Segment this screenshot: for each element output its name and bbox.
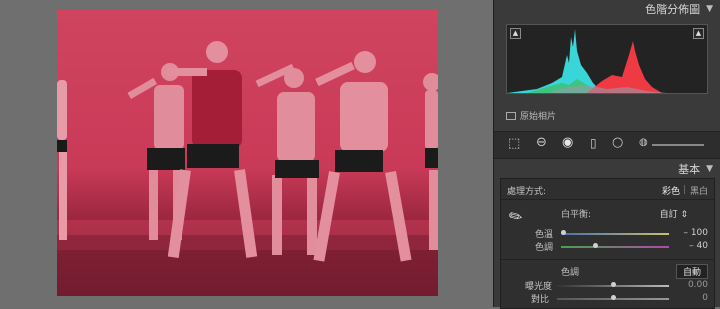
graduated-filter-icon[interactable]: ▯ <box>590 136 597 150</box>
treatment-label: 處理方式: <box>507 186 547 197</box>
histogram-title: 色階分佈圖 <box>645 3 701 16</box>
dancer-photo[interactable] <box>57 10 438 296</box>
contrast-slider[interactable] <box>557 295 669 300</box>
spot-removal-icon[interactable]: ⊖ <box>536 135 547 150</box>
shadow-clipping-icon[interactable]: ▲ <box>510 28 521 39</box>
contrast-knob[interactable] <box>611 295 616 300</box>
tint-row: 色調 – 40 <box>501 241 714 253</box>
radial-filter-icon[interactable]: ○ <box>612 135 623 150</box>
exposure-row: 曝光度 0.00 <box>501 280 714 292</box>
exposure-slider[interactable] <box>557 282 669 287</box>
exposure-knob[interactable] <box>611 282 616 287</box>
collapse-triangle-icon[interactable]: ▼ <box>706 164 713 174</box>
histogram: ▲ ▲ <box>506 24 708 94</box>
temp-knob[interactable] <box>561 230 566 235</box>
tint-knob[interactable] <box>593 243 598 248</box>
contrast-label: 對比 <box>531 294 550 305</box>
exposure-value[interactable]: 0.00 <box>688 280 708 290</box>
temp-label: 色溫 <box>535 229 554 240</box>
contrast-value[interactable]: 0 <box>702 293 708 303</box>
wb-label: 白平衡: <box>561 209 592 220</box>
right-panel: 色階分佈圖 ▼ ▲ ▲ 原始相片 ⬚ ⊖ ◉ ▯ ○ ◍ 基本 ▼ 處理方式: … <box>493 0 720 309</box>
collapse-triangle-icon[interactable]: ▼ <box>706 4 713 14</box>
tone-label: 色調 <box>561 267 580 278</box>
tint-slider[interactable] <box>561 243 669 248</box>
temp-value[interactable]: – 100 <box>683 228 708 238</box>
basic-panel: 處理方式: 彩色 | 黑白 ✎ 白平衡: 自訂 ⇕ 色溫 – 100 色調 – … <box>500 178 715 309</box>
histogram-header[interactable]: 色階分佈圖 ▼ <box>494 0 720 18</box>
tool-strip: ⬚ ⊖ ◉ ▯ ○ ◍ <box>494 131 720 159</box>
original-photo-label: 原始相片 <box>520 112 557 122</box>
basic-title: 基本 <box>678 163 701 176</box>
original-photo-toggle[interactable]: 原始相片 <box>506 109 556 122</box>
tint-label: 色調 <box>535 242 554 253</box>
wb-dropdown[interactable]: 自訂 ⇕ <box>660 207 688 220</box>
temp-row: 色溫 – 100 <box>501 228 714 240</box>
photo-canvas <box>0 0 493 307</box>
basic-header[interactable]: 基本 ▼ <box>494 160 720 178</box>
temp-slider[interactable] <box>561 230 669 235</box>
crop-overlay-icon[interactable]: ⬚ <box>508 136 520 151</box>
contrast-row: 對比 0 <box>501 293 714 305</box>
original-photo-checkbox[interactable] <box>506 111 516 120</box>
tint-value[interactable]: – 40 <box>689 241 708 251</box>
brush-slider[interactable] <box>652 144 704 146</box>
treatment-color-button[interactable]: 彩色 <box>662 184 680 197</box>
histogram-graph <box>507 29 667 93</box>
exposure-label: 曝光度 <box>525 281 553 292</box>
auto-tone-button[interactable]: 自動 <box>675 263 708 279</box>
highlight-clipping-icon[interactable]: ▲ <box>693 28 704 39</box>
treatment-bw-button[interactable]: 黑白 <box>690 184 708 197</box>
tone-row: 色調 自動 <box>501 263 714 279</box>
wb-row: 白平衡: 自訂 ⇕ <box>501 207 714 220</box>
dancers-illustration <box>57 41 438 296</box>
red-eye-icon[interactable]: ◉ <box>562 135 573 150</box>
treatment-row: 處理方式: 彩色 | 黑白 <box>507 184 708 197</box>
adjustment-brush-icon[interactable]: ◍ <box>639 137 648 148</box>
